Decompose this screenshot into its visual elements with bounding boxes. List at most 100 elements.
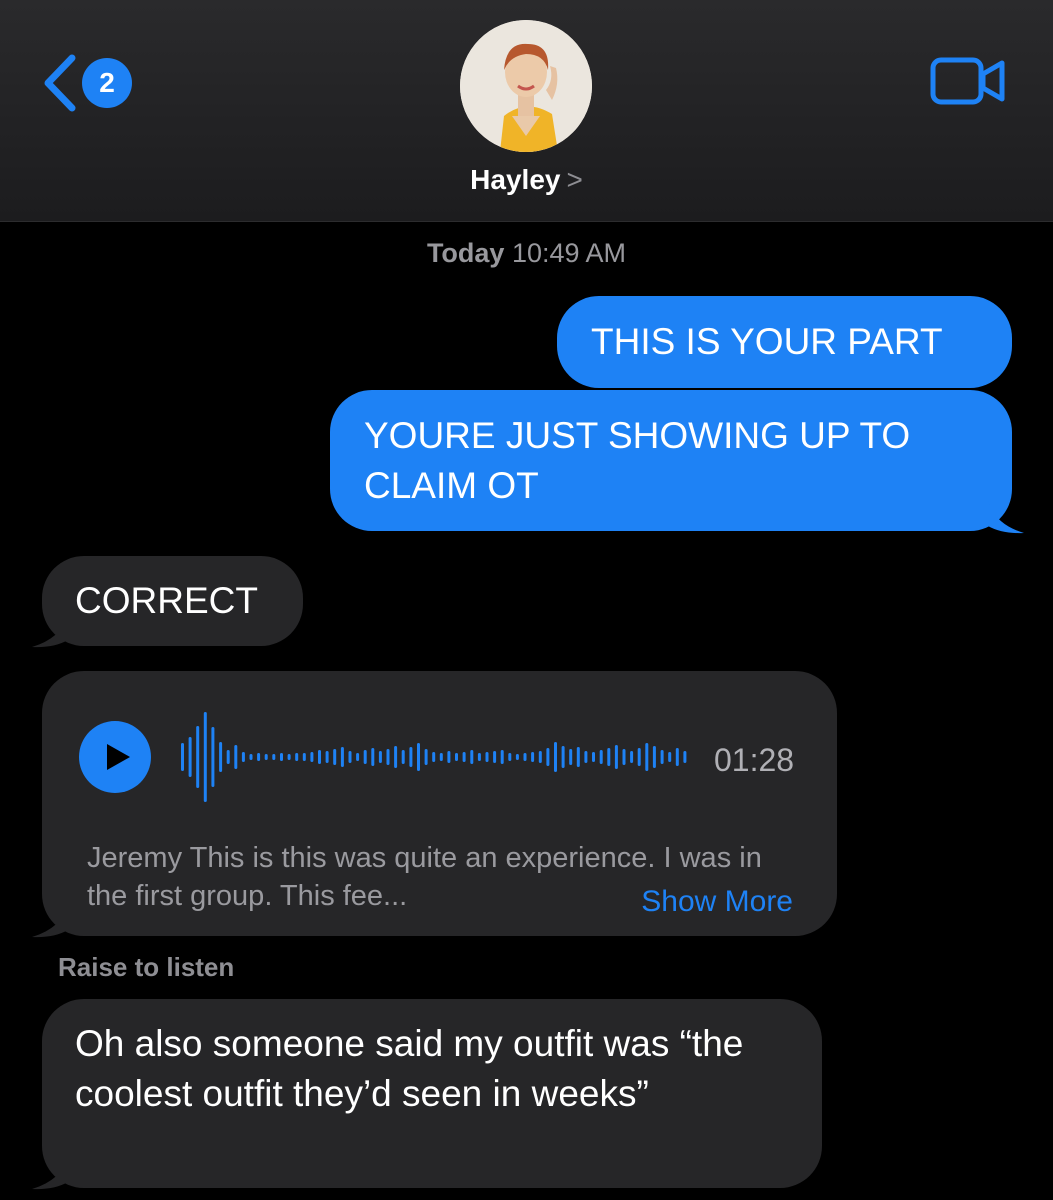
waveform-bar xyxy=(523,753,527,761)
contact-photo xyxy=(460,20,592,152)
waveform-bar xyxy=(607,748,611,766)
waveform-bar xyxy=(455,753,458,761)
waveform-bar xyxy=(546,748,550,766)
waveform-bar xyxy=(325,751,329,763)
waveform-bar xyxy=(599,750,603,764)
received-message-bubble[interactable]: CORRECT xyxy=(42,556,303,646)
waveform-bar xyxy=(584,751,588,763)
bubble-tail xyxy=(988,500,1024,534)
waveform-bar xyxy=(660,750,664,764)
waveform-bar xyxy=(500,750,504,764)
waveform-bar xyxy=(356,753,360,761)
waveform-bar xyxy=(348,751,352,763)
avatar[interactable] xyxy=(460,20,592,152)
waveform-bar xyxy=(310,752,314,762)
sent-message-bubble[interactable]: YOURE JUST SHOWING UP TO CLAIM OT xyxy=(330,390,1012,531)
video-call-button[interactable] xyxy=(930,56,1010,110)
waveform-bar xyxy=(333,749,337,765)
waveform-bar xyxy=(515,754,519,760)
waveform-bar xyxy=(630,751,634,763)
waveform-bar xyxy=(363,750,367,764)
waveform-bar xyxy=(264,754,268,760)
waveform-bar xyxy=(295,753,299,761)
waveform-bar xyxy=(447,751,451,763)
waveform-bar xyxy=(226,750,230,764)
waveform-bar xyxy=(401,750,405,764)
raise-to-listen-label: Raise to listen xyxy=(58,952,235,982)
waveform-bar xyxy=(554,742,557,772)
play-icon xyxy=(107,744,130,770)
contact-name: Hayley xyxy=(470,164,561,195)
waveform-bar xyxy=(241,752,245,762)
message-text: CORRECT xyxy=(75,580,258,621)
waveform-bar xyxy=(432,752,436,762)
waveform-bar xyxy=(645,743,649,771)
waveform-bar xyxy=(394,746,398,768)
waveform-bar xyxy=(614,745,618,769)
waveform-bar xyxy=(257,753,261,761)
waveform-bar xyxy=(211,727,215,787)
bubble-tail xyxy=(32,904,68,938)
waveform-bar xyxy=(637,748,641,766)
audio-waveform[interactable] xyxy=(180,707,690,807)
sent-message-bubble[interactable]: THIS IS YOUR PART xyxy=(557,296,1012,388)
waveform-bar xyxy=(569,749,573,765)
message-text: Oh also someone said my outfit was “the … xyxy=(75,1023,744,1114)
messages-screen: 2 Hayley > Today 10:49 AM THIS IS YOUR P… xyxy=(0,0,1053,1200)
waveform-bar xyxy=(592,752,595,762)
waveform-bar xyxy=(675,748,679,766)
video-camera-icon xyxy=(930,57,1005,105)
waveform-bar xyxy=(531,752,535,762)
waveform-bar xyxy=(409,747,413,767)
waveform-bar xyxy=(272,754,276,760)
waveform-bar xyxy=(196,726,200,788)
waveform-bar xyxy=(203,712,207,802)
waveform-bar xyxy=(318,750,321,764)
waveform-bar xyxy=(485,752,489,762)
waveform-bar xyxy=(302,753,306,761)
waveform-bar xyxy=(439,753,443,761)
waveform-bar xyxy=(188,737,192,777)
waveform-bar xyxy=(508,753,512,761)
bubble-tail xyxy=(32,1156,68,1190)
audio-message-bubble[interactable]: 01:28 Jeremy This is this was quite an e… xyxy=(42,671,837,936)
waveform-bar xyxy=(234,745,238,769)
timestamp-time: 10:49 AM xyxy=(511,238,627,268)
back-button[interactable]: 2 xyxy=(40,52,140,112)
waveform-bar xyxy=(668,752,672,762)
show-more-link[interactable]: Show More xyxy=(641,877,793,927)
audio-duration: 01:28 xyxy=(714,742,795,778)
waveform-bar xyxy=(340,747,344,767)
unread-count-badge: 2 xyxy=(82,58,132,108)
waveform-bar xyxy=(378,751,382,763)
waveform-bar xyxy=(219,742,223,772)
contact-name-row[interactable]: Hayley > xyxy=(0,164,1053,196)
waveform-bar xyxy=(249,754,253,760)
chevron-right-icon: > xyxy=(566,164,583,195)
waveform-bar xyxy=(561,746,565,768)
waveform-bar xyxy=(493,751,497,763)
waveform-bar xyxy=(683,751,687,763)
waveform-bar xyxy=(652,746,656,768)
message-text: THIS IS YOUR PART xyxy=(591,321,943,362)
waveform-bar xyxy=(417,743,420,771)
waveform-bar xyxy=(181,743,184,771)
waveform-bar xyxy=(477,753,481,761)
play-button[interactable] xyxy=(79,721,151,793)
waveform-bar xyxy=(280,753,283,761)
waveform-bar xyxy=(576,747,580,767)
timestamp-day: Today xyxy=(426,238,505,268)
waveform-bar xyxy=(424,749,428,765)
conversation-header: 2 Hayley > xyxy=(0,0,1053,222)
waveform-bar xyxy=(386,749,390,765)
waveform-bar xyxy=(462,752,466,762)
chevron-left-icon xyxy=(44,54,76,112)
message-text: YOURE JUST SHOWING UP TO CLAIM OT xyxy=(364,415,911,506)
bubble-tail xyxy=(32,614,68,648)
waveform-bar xyxy=(470,750,474,764)
waveform-bar xyxy=(622,749,626,765)
waveform-bar xyxy=(287,754,291,760)
received-message-bubble[interactable]: Oh also someone said my outfit was “the … xyxy=(42,999,822,1188)
waveform-bar xyxy=(538,751,542,763)
message-timestamp: Today 10:49 AM xyxy=(0,238,1053,269)
